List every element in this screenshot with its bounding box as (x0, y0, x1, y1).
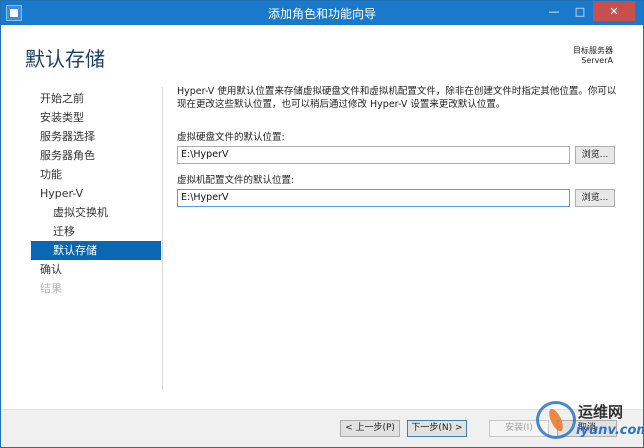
next-button[interactable]: 下一步(N) > (407, 420, 467, 437)
vhd-location-input[interactable]: E:\HyperV (177, 146, 570, 164)
vhd-location-label: 虚拟硬盘文件的默认位置: (177, 132, 285, 143)
main-content: Hyper-V 使用默认位置来存储虚拟硬盘文件和虚拟机配置文件，除非在创建文件时… (177, 85, 617, 111)
vm-config-browse-button[interactable]: 浏览... (575, 189, 615, 207)
wizard-nav: 开始之前 安装类型 服务器选择 服务器角色 功能 Hyper-V 虚拟交换机 迁… (31, 89, 161, 298)
nav-item-before-you-begin[interactable]: 开始之前 (31, 89, 161, 108)
target-server-value: ServerA (581, 56, 613, 65)
close-button[interactable]: ✕ (593, 1, 635, 21)
nav-item-server-roles[interactable]: 服务器角色 (31, 146, 161, 165)
watermark-url: iyunv.com (576, 423, 644, 438)
site-watermark: 运维网 iyunv.com (536, 399, 643, 443)
watermark-logo-icon (536, 401, 576, 439)
nav-item-virtual-switches[interactable]: 虚拟交换机 (31, 203, 161, 222)
watermark-text: 运维网 (578, 403, 624, 421)
nav-item-features[interactable]: 功能 (31, 165, 161, 184)
nav-item-server-selection[interactable]: 服务器选择 (31, 127, 161, 146)
nav-item-migration[interactable]: 迁移 (31, 222, 161, 241)
vm-config-location-input[interactable]: E:\HyperV (177, 189, 570, 207)
minimize-button[interactable]: — (541, 1, 567, 21)
description-text: Hyper-V 使用默认位置来存储虚拟硬盘文件和虚拟机配置文件，除非在创建文件时… (177, 86, 617, 110)
vhd-browse-button[interactable]: 浏览... (575, 146, 615, 164)
title-bar[interactable]: 添加角色和功能向导 — □ ✕ (1, 1, 643, 25)
nav-item-installation-type[interactable]: 安装类型 (31, 108, 161, 127)
nav-divider (162, 87, 163, 390)
nav-item-results: 结果 (40, 282, 62, 295)
nav-item-default-stores[interactable]: 默认存储 (31, 241, 161, 260)
nav-item-hyper-v[interactable]: Hyper-V (31, 184, 161, 203)
vm-config-location-label: 虚拟机配置文件的默认位置: (177, 175, 295, 186)
page-title: 默认存储 (25, 47, 105, 71)
previous-button[interactable]: < 上一步(P) (340, 420, 400, 437)
target-server-label: 目标服务器 (573, 46, 613, 55)
nav-item-confirmation[interactable]: 确认 (31, 260, 161, 279)
maximize-button[interactable]: □ (567, 1, 593, 21)
window-controls: — □ ✕ (541, 1, 635, 21)
wizard-window: 添加角色和功能向导 — □ ✕ 默认存储 目标服务器 ServerA 开始之前 … (0, 0, 644, 448)
